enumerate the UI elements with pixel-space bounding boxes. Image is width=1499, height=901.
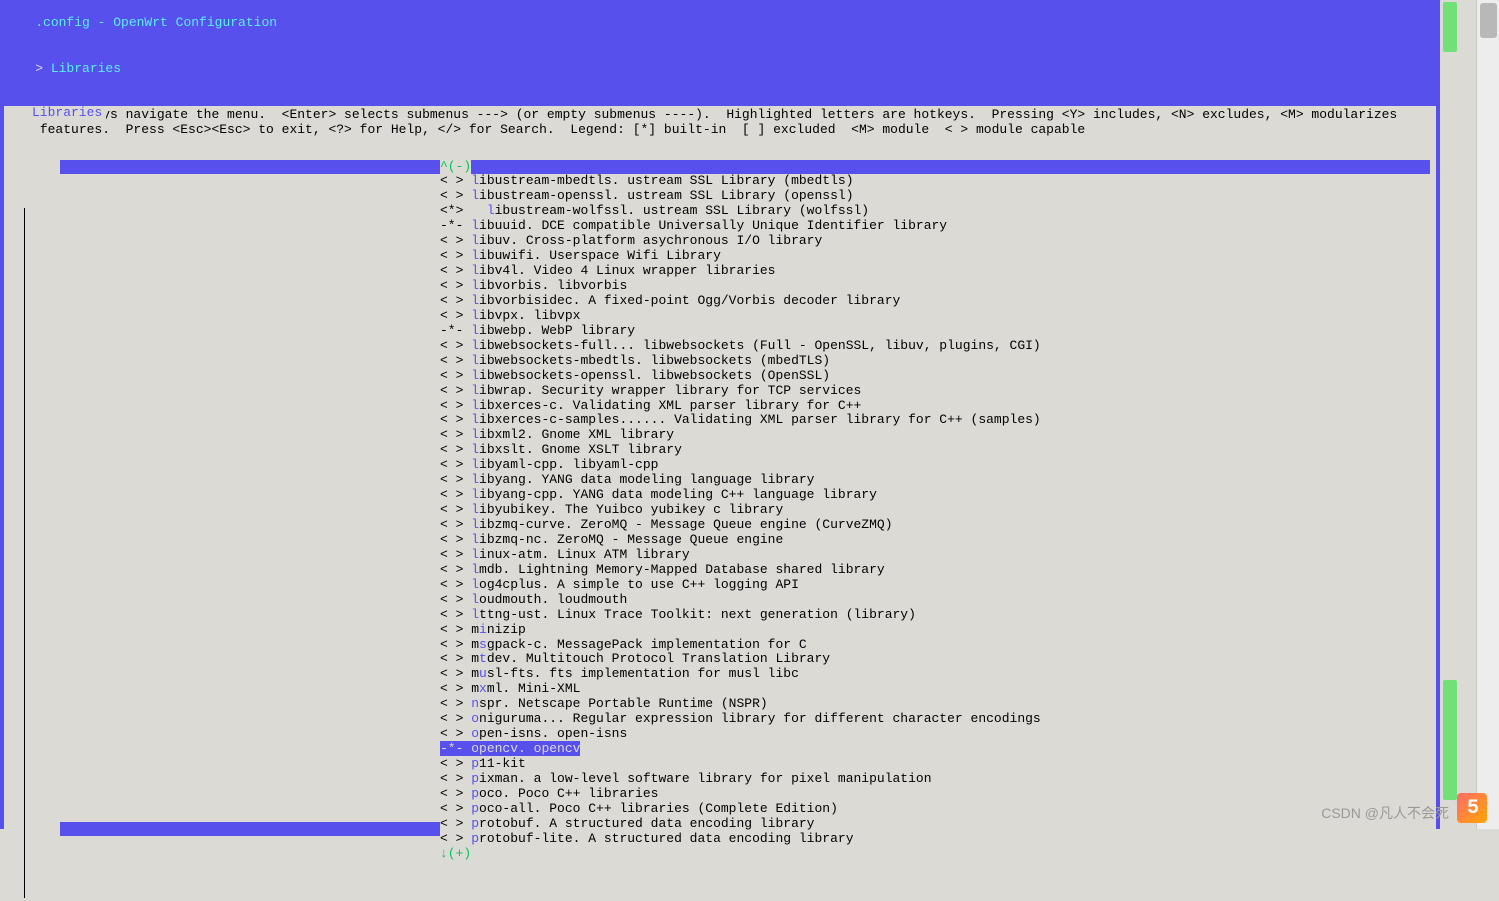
menu-item[interactable]: < > libwebsockets-mbedtls. libwebsockets… (440, 354, 1436, 369)
menu-item[interactable]: -*- libuuid. DCE compatible Universally … (440, 219, 1436, 234)
menu-item[interactable]: < > libyang-cpp. YANG data modeling C++ … (440, 488, 1436, 503)
scroll-up-icon[interactable]: ^(-) (440, 160, 471, 175)
menu-item[interactable]: < > libxerces-c. Validating XML parser l… (440, 399, 1436, 414)
menu-item[interactable]: < > mxml. Mini-XML (440, 682, 1436, 697)
menu-item[interactable]: <*> libustream-wolfssl. ustream SSL Libr… (440, 204, 1436, 219)
watermark-text: CSDN @凡人不会死 (1321, 805, 1449, 821)
box-title: Libraries (28, 106, 106, 121)
menu-item[interactable]: < > libxerces-c-samples...... Validating… (440, 413, 1436, 428)
menu-item[interactable]: < > log4cplus. A simple to use C++ loggi… (440, 578, 1436, 593)
terminal-window: .config - OpenWrt Configuration > Librar… (0, 0, 1440, 829)
menu-items[interactable]: < > libustream-mbedtls. ustream SSL Libr… (4, 174, 1436, 846)
outer-scrollbar[interactable] (1476, 0, 1499, 829)
menu-item[interactable]: < > libyaml-cpp. libyaml-cpp (440, 458, 1436, 473)
menu-item[interactable]: < > libvorbisidec. A fixed-point Ogg/Vor… (440, 294, 1436, 309)
scroll-indicator-top: ^(-) (4, 160, 1436, 175)
breadcrumb-current: Libraries (51, 61, 121, 76)
scroll-bar-segment (60, 160, 440, 174)
menu-item[interactable]: < > libxml2. Gnome XML library (440, 428, 1436, 443)
menu-item[interactable]: < > msgpack-c. MessagePack implementatio… (440, 638, 1436, 653)
menu-item[interactable]: < > libustream-mbedtls. ustream SSL Libr… (440, 174, 1436, 189)
menu-item[interactable]: < > nspr. Netscape Portable Runtime (NSP… (440, 697, 1436, 712)
menu-item[interactable]: < > libv4l. Video 4 Linux wrapper librar… (440, 264, 1436, 279)
breadcrumb-arrow: > (35, 61, 51, 76)
menu-item[interactable]: < > open-isns. open-isns (440, 727, 1436, 742)
menu-item[interactable]: < > libwebsockets-full... libwebsockets … (440, 339, 1436, 354)
menu-item[interactable]: -*- libwebp. WebP library (440, 324, 1436, 339)
title-bar: .config - OpenWrt Configuration (0, 0, 1440, 47)
list-area: ^(-) < > libustream-mbedtls. ustream SSL… (4, 160, 1436, 862)
scrollbar-thumb[interactable] (1443, 2, 1457, 52)
menu-item[interactable]: < > libustream-openssl. ustream SSL Libr… (440, 189, 1436, 204)
menu-item[interactable]: < > libvpx. libvpx (440, 309, 1436, 324)
breadcrumb: > Libraries (0, 47, 1440, 92)
menu-item[interactable]: < > linux-atm. Linux ATM library (440, 548, 1436, 563)
menu-item[interactable]: < > libyang. YANG data modeling language… (440, 473, 1436, 488)
menu-item[interactable]: < > lmdb. Lightning Memory-Mapped Databa… (440, 563, 1436, 578)
content-area: Libraries Arrow keys navigate the menu. … (4, 106, 1436, 901)
scroll-bar-segment (471, 160, 1430, 174)
menu-item[interactable]: < > libzmq-curve. ZeroMQ - Message Queue… (440, 518, 1436, 533)
menu-item[interactable]: < > libvorbis. libvorbis (440, 279, 1436, 294)
scroll-down-icon[interactable]: ↓(+) (440, 847, 471, 862)
menu-item[interactable]: < > mtdev. Multitouch Protocol Translati… (440, 652, 1436, 667)
menu-item[interactable]: < > protobuf-lite. A structured data enc… (440, 832, 1436, 847)
menu-item[interactable]: < > libwrap. Security wrapper library fo… (440, 384, 1436, 399)
menu-item[interactable]: < > lttng-ust. Linux Trace Toolkit: next… (440, 608, 1436, 623)
scroll-indicator-bottom: ↓(+) (4, 847, 1436, 862)
menu-item[interactable]: < > musl-fts. fts implementation for mus… (440, 667, 1436, 682)
menu-item[interactable]: < > oniguruma... Regular expression libr… (440, 712, 1436, 727)
menu-item[interactable]: -*- opencv. opencv (440, 742, 1436, 757)
menu-item[interactable]: < > poco. Poco C++ libraries (440, 787, 1436, 802)
menu-item[interactable]: < > libuv. Cross-platform asychronous I/… (440, 234, 1436, 249)
config-title: .config - OpenWrt Configuration (35, 15, 277, 30)
menu-item[interactable]: < > poco-all. Poco C++ libraries (Comple… (440, 802, 1436, 817)
menu-item[interactable]: < > libwebsockets-openssl. libwebsockets… (440, 369, 1436, 384)
menu-item[interactable]: < > pixman. a low-level software library… (440, 772, 1436, 787)
menu-item[interactable]: < > p11-kit (440, 757, 1436, 772)
outer-scrollbar-thumb[interactable] (1480, 3, 1497, 38)
menu-item[interactable]: < > loudmouth. loudmouth (440, 593, 1436, 608)
help-text: Arrow keys navigate the menu. <Enter> se… (4, 106, 1436, 140)
menu-item[interactable]: < > libxslt. Gnome XSLT library (440, 443, 1436, 458)
menu-item[interactable]: < > protobuf. A structured data encoding… (440, 817, 1436, 832)
menu-item[interactable]: < > libzmq-nc. ZeroMQ - Message Queue en… (440, 533, 1436, 548)
menu-item[interactable]: < > libyubikey. The Yuibco yubikey c lib… (440, 503, 1436, 518)
scrollbar-thumb[interactable] (1443, 680, 1457, 800)
menu-item[interactable]: < > libuwifi. Userspace Wifi Library (440, 249, 1436, 264)
menu-item[interactable]: < > minizip (440, 623, 1436, 638)
csdn-icon (1457, 793, 1487, 823)
